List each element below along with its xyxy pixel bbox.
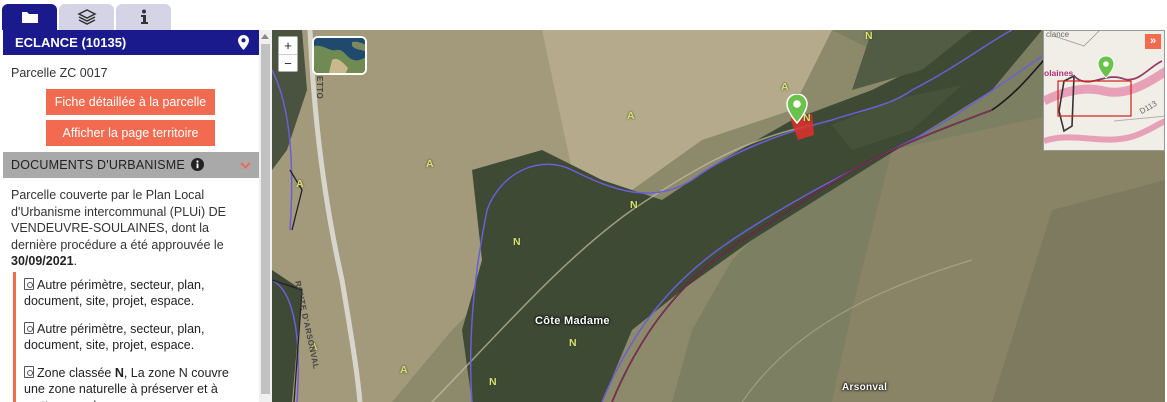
scroll-up-arrow[interactable]: [261, 34, 269, 39]
zone-label: N: [489, 376, 497, 388]
minimap-toggle-button[interactable]: »: [1145, 34, 1161, 49]
zone-label: A: [400, 364, 408, 376]
zone-label: A: [426, 158, 434, 170]
zoom-out-button[interactable]: −: [279, 54, 297, 71]
basemap-thumbnail: [314, 38, 365, 73]
document-item[interactable]: Autre périmètre, secteur, plan, document…: [24, 272, 251, 316]
zone-label: N: [865, 30, 873, 42]
commune-header: ECLANCE (10135): [3, 30, 259, 55]
pdf-icon: [24, 365, 34, 378]
place-label-cote-madame: Côte Madame: [535, 315, 610, 327]
zone-label: A: [781, 81, 789, 93]
tab-layers[interactable]: [59, 4, 114, 30]
zone-label: N: [569, 337, 577, 349]
commune-title: ECLANCE (10135): [15, 35, 127, 50]
document-item[interactable]: Zone classée N, La zone N couvre une zon…: [24, 360, 251, 402]
document-list: Autre périmètre, secteur, plan, document…: [13, 271, 251, 402]
documents-title: DOCUMENTS D'URBANISME: [11, 158, 185, 172]
map-marker-icon[interactable]: [238, 35, 249, 50]
folder-icon: [21, 12, 38, 23]
documents-body: Parcelle couverte par le Plan Local d'Ur…: [3, 178, 259, 402]
zone-label: A: [296, 178, 304, 190]
zoom-controls: + −: [278, 36, 298, 72]
zoom-in-button[interactable]: +: [279, 37, 297, 54]
info-circle-icon[interactable]: [190, 158, 204, 171]
parcel-detail-button[interactable]: Fiche détaillée à la parcelle: [46, 89, 215, 115]
layers-icon: [76, 9, 97, 25]
sidebar-panel: ECLANCE (10135) Parcelle ZC 0017 Fiche d…: [3, 30, 259, 402]
zone-label: A: [627, 110, 635, 122]
zone-label: N: [513, 236, 521, 248]
documents-section-header[interactable]: DOCUMENTS D'URBANISME: [3, 152, 259, 178]
scrollbar-thumb[interactable]: [261, 44, 270, 394]
minimap-image: [1044, 31, 1164, 150]
app-window: ECLANCE (10135) Parcelle ZC 0017 Fiche d…: [0, 0, 1167, 402]
plu-date: 30/09/2021: [11, 254, 74, 268]
tab-folder[interactable]: [2, 4, 57, 30]
basemap-switcher[interactable]: [312, 36, 367, 75]
document-item[interactable]: Autre périmètre, secteur, plan, document…: [24, 316, 251, 360]
territory-page-button[interactable]: Afficher la page territoire: [46, 120, 215, 146]
sidebar-tabs: [2, 4, 171, 30]
place-label-arsonval: Arsonval: [842, 382, 888, 393]
chevron-down-icon[interactable]: [240, 161, 251, 169]
road-label-top: ETTO: [315, 76, 324, 100]
overview-minimap[interactable]: clance olaines D113 »: [1043, 30, 1165, 151]
minimap-label: olaines: [1044, 68, 1074, 78]
tab-info[interactable]: [116, 4, 171, 30]
parcel-label: Parcelle ZC 0017: [11, 66, 108, 80]
pdf-icon: [24, 321, 34, 334]
info-icon: [140, 9, 148, 24]
aerial-imagery: [272, 30, 1165, 402]
minimap-label: clance: [1046, 30, 1070, 39]
sidebar-scrollbar[interactable]: [259, 30, 272, 402]
plu-description: Parcelle couverte par le Plan Local d'Ur…: [11, 188, 226, 268]
map-view[interactable]: N A A A A N N N N A A N N Côte Madame Ar…: [272, 30, 1165, 402]
pdf-icon: [24, 277, 34, 290]
parcel-marker-icon[interactable]: [786, 94, 808, 124]
zone-label: N: [630, 199, 638, 211]
